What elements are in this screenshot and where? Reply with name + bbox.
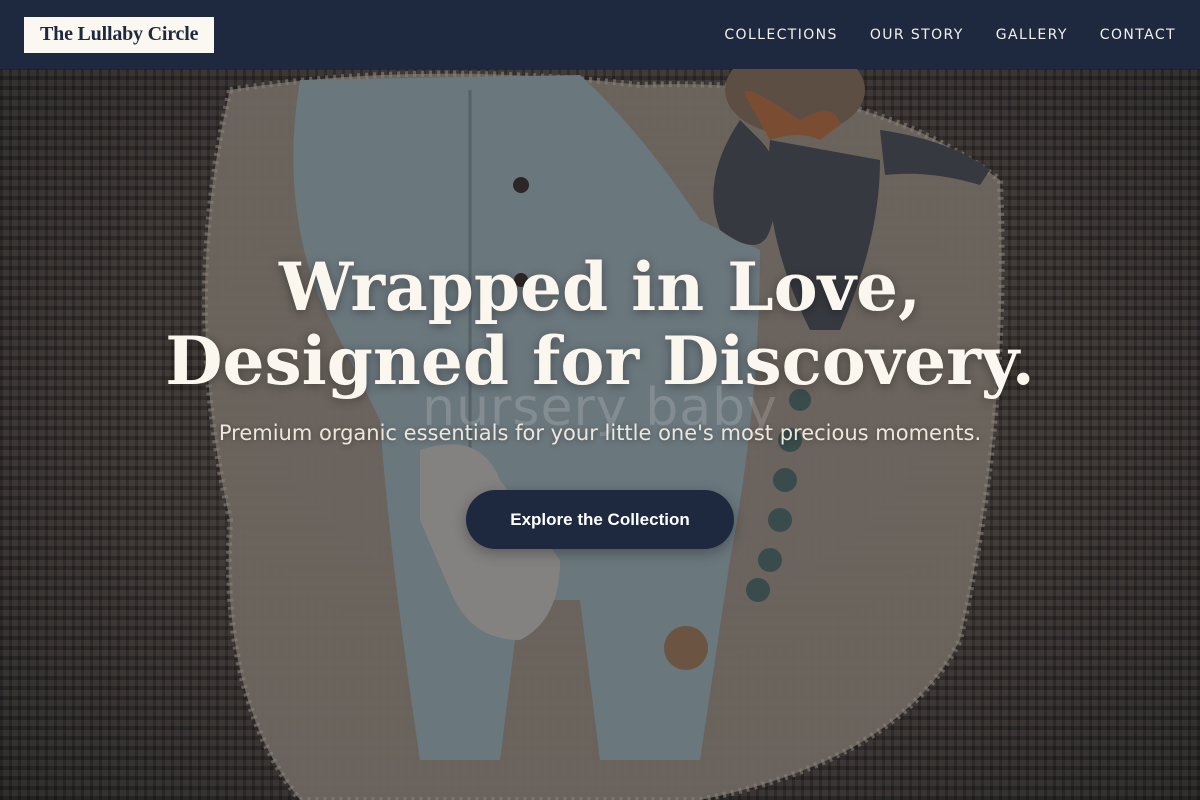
site-logo[interactable]: The Lullaby Circle bbox=[24, 16, 215, 53]
nav-item-our-story[interactable]: OUR STORY bbox=[870, 27, 964, 43]
hero-section: Wrapped in Love, Designed for Discovery.… bbox=[0, 0, 1200, 800]
hero-title-line-1: Wrapped in Love, bbox=[279, 248, 921, 326]
explore-collection-button[interactable]: Explore the Collection bbox=[466, 490, 734, 549]
nav-item-collections[interactable]: COLLECTIONS bbox=[724, 27, 837, 43]
main-nav: COLLECTIONS OUR STORY GALLERY CONTACT bbox=[724, 27, 1176, 43]
nav-item-gallery[interactable]: GALLERY bbox=[996, 27, 1068, 43]
hero-subtitle: Premium organic essentials for your litt… bbox=[218, 421, 982, 445]
hero-title: Wrapped in Love, Designed for Discovery. bbox=[0, 250, 1200, 398]
nav-item-contact[interactable]: CONTACT bbox=[1100, 27, 1176, 43]
site-header: The Lullaby Circle COLLECTIONS OUR STORY… bbox=[0, 0, 1200, 69]
